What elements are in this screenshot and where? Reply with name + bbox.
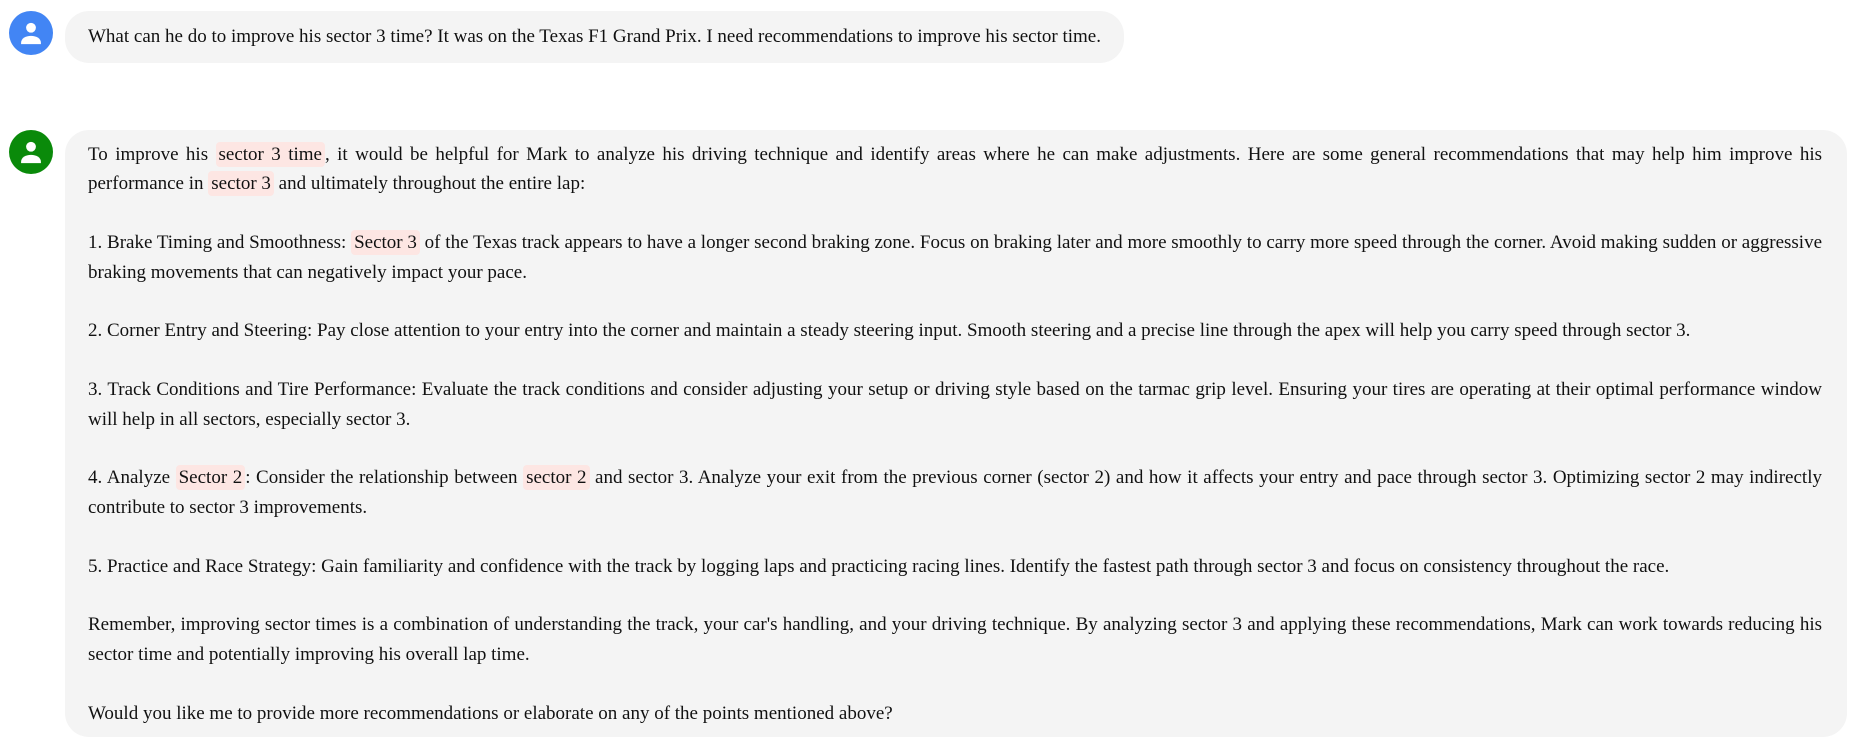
text-segment: 4. Analyze bbox=[88, 467, 176, 489]
message-paragraph: 5. Practice and Race Strategy: Gain fami… bbox=[88, 552, 1822, 581]
text-segment: 5. Practice and Race Strategy: Gain fami… bbox=[88, 555, 1670, 577]
assistant-message: To improve his sector 3 time, it would b… bbox=[65, 130, 1847, 737]
message-paragraph: Would you like me to provide more recomm… bbox=[88, 699, 1822, 728]
text-segment: Would you like me to provide more recomm… bbox=[88, 702, 893, 724]
highlighted-term: sector 3 time bbox=[215, 142, 325, 167]
text-segment: 2. Corner Entry and Steering: Pay close … bbox=[88, 320, 1691, 342]
message-paragraph: 1. Brake Timing and Smoothness: Sector 3… bbox=[88, 228, 1822, 287]
user-message-text: What can he do to improve his sector 3 t… bbox=[88, 26, 1101, 47]
message-paragraph: 4. Analyze Sector 2: Consider the relati… bbox=[88, 463, 1822, 522]
text-segment: To improve his bbox=[88, 144, 216, 165]
text-segment: 1. Brake Timing and Smoothness: bbox=[88, 232, 352, 254]
message-paragraph: Remember, improving sector times is a co… bbox=[88, 610, 1822, 669]
highlighted-term: Sector 2 bbox=[175, 465, 246, 491]
message-paragraph: 3. Track Conditions and Tire Performance… bbox=[88, 375, 1822, 434]
assistant-avatar bbox=[9, 130, 53, 174]
text-segment: : Consider the relationship between bbox=[245, 467, 524, 489]
message-paragraph: 2. Corner Entry and Steering: Pay close … bbox=[88, 316, 1822, 345]
person-icon bbox=[21, 141, 41, 164]
highlighted-term: sector 2 bbox=[523, 465, 590, 491]
person-icon bbox=[21, 22, 41, 45]
highlighted-term: Sector 3 bbox=[351, 230, 420, 256]
text-segment: Remember, improving sector times is a co… bbox=[88, 614, 1822, 665]
user-avatar bbox=[9, 11, 53, 55]
message-paragraph: To improve his sector 3 time, it would b… bbox=[88, 140, 1822, 199]
user-message: What can he do to improve his sector 3 t… bbox=[65, 11, 1124, 63]
highlighted-term: sector 3 bbox=[208, 171, 274, 197]
text-segment: 3. Track Conditions and Tire Performance… bbox=[88, 379, 1822, 430]
text-segment: and ultimately throughout the entire lap… bbox=[273, 173, 586, 195]
